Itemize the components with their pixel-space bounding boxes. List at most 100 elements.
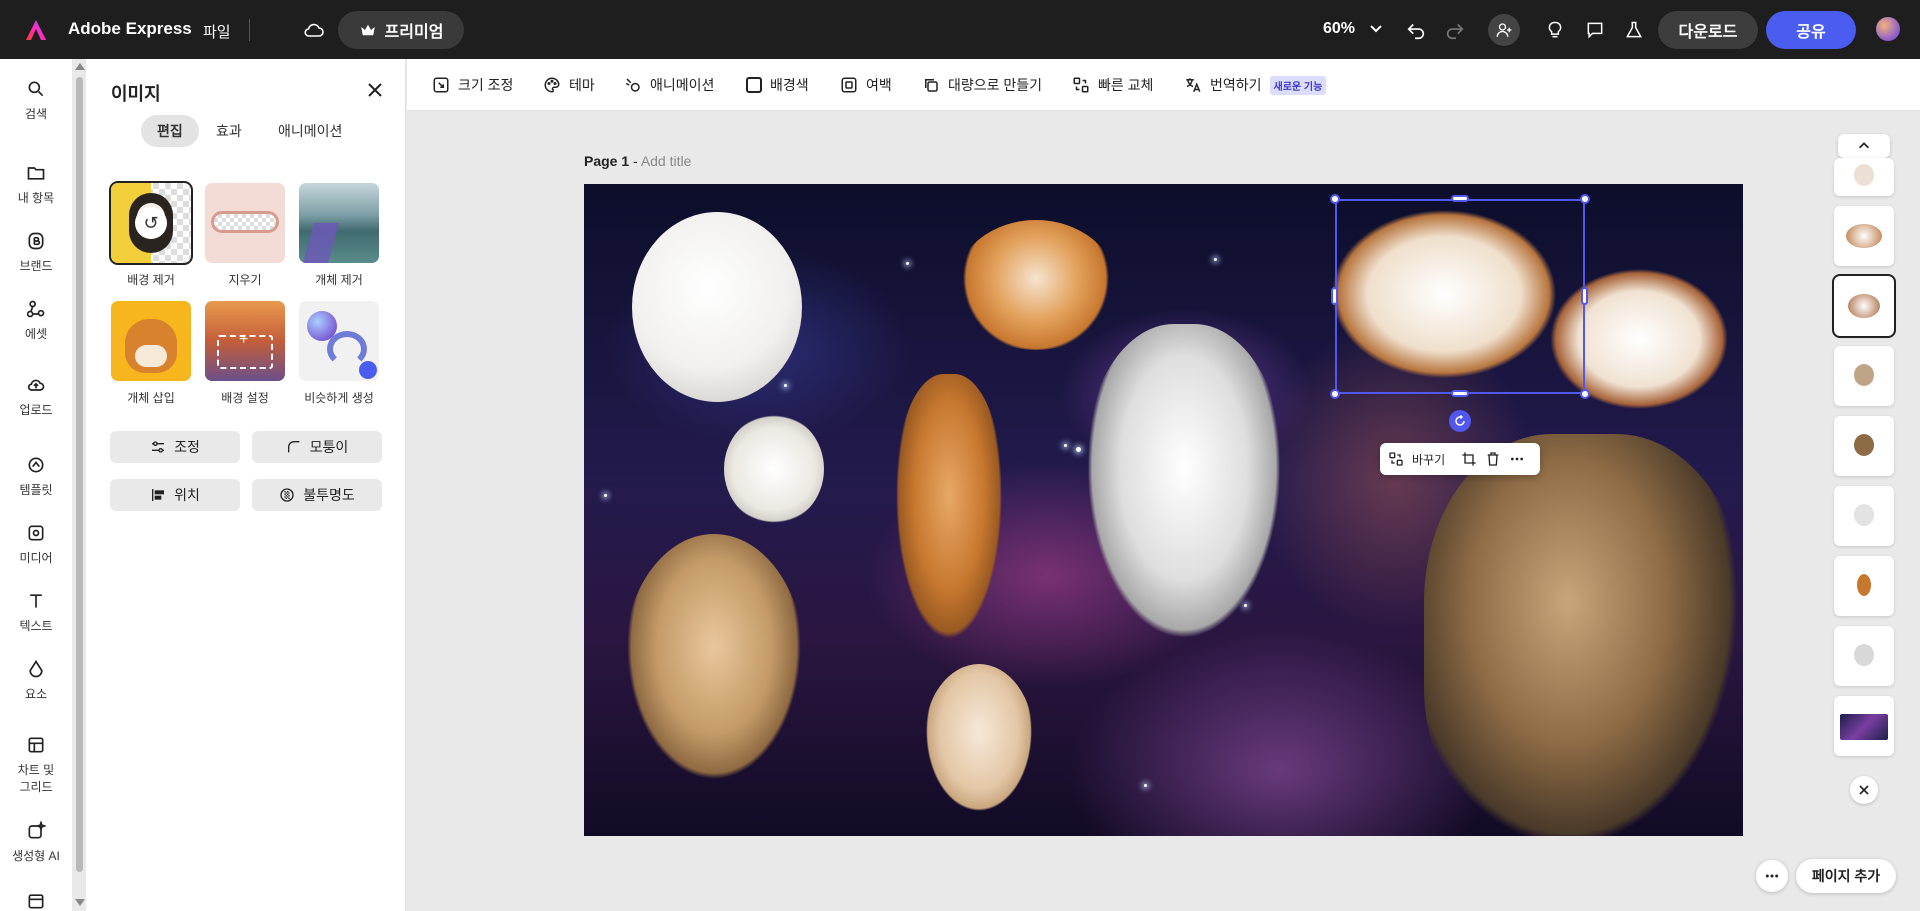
scrollbar-thumb[interactable] bbox=[76, 77, 83, 872]
adjust-button[interactable]: 조정 bbox=[110, 431, 240, 463]
rail-item-templates[interactable]: 템플릿 bbox=[0, 455, 72, 498]
download-button[interactable]: 다운로드 bbox=[1658, 11, 1758, 49]
resize-handle[interactable] bbox=[1580, 389, 1590, 399]
trash-icon[interactable] bbox=[1485, 451, 1501, 467]
selection-box[interactable] bbox=[1335, 199, 1585, 394]
add-title[interactable]: Add title bbox=[641, 153, 692, 169]
padding-button[interactable]: 여백 bbox=[840, 74, 892, 96]
redo-icon[interactable] bbox=[1442, 17, 1468, 43]
tool-remove-object[interactable]: 개체 제거 bbox=[298, 183, 380, 288]
tool-generate-similar[interactable]: 비슷하게 생성 bbox=[298, 301, 380, 406]
rail-label: 검색 bbox=[24, 107, 48, 121]
close-icon[interactable] bbox=[1850, 776, 1878, 804]
folder-icon bbox=[27, 167, 45, 180]
opacity-icon bbox=[280, 488, 294, 502]
rail-item-charts[interactable]: 차트 및 그리드 bbox=[0, 735, 72, 795]
orange-tabby-cat-image[interactable] bbox=[894, 374, 1004, 644]
theme-button[interactable]: 테마 bbox=[543, 74, 595, 96]
palette-icon bbox=[544, 77, 560, 93]
page-thumbnail[interactable] bbox=[1832, 274, 1896, 338]
close-icon[interactable] bbox=[366, 81, 384, 99]
page-thumbnail[interactable] bbox=[1834, 696, 1894, 756]
tool-erase[interactable]: 지우기 bbox=[204, 183, 286, 288]
avatar[interactable] bbox=[1876, 17, 1900, 41]
scroll-up-icon[interactable] bbox=[75, 63, 85, 70]
rail-item-assets[interactable]: 에셋 bbox=[0, 299, 72, 342]
chevron-down-icon[interactable] bbox=[1368, 20, 1384, 36]
add-page-button[interactable]: 페이지 추가 bbox=[1796, 859, 1896, 893]
star bbox=[1076, 447, 1081, 452]
undo-icon[interactable] bbox=[1403, 17, 1429, 43]
flask-icon[interactable] bbox=[1621, 17, 1647, 43]
resize-handle[interactable] bbox=[1580, 194, 1590, 204]
scroll-down-icon[interactable] bbox=[75, 899, 85, 906]
tabby-cat-image[interactable] bbox=[1424, 434, 1743, 836]
rail-item-brand[interactable]: 브랜드 bbox=[0, 231, 72, 274]
adobe-express-logo[interactable] bbox=[24, 18, 48, 42]
replace-button[interactable]: 바꾸기 bbox=[1412, 451, 1445, 468]
app-name[interactable]: Adobe Express bbox=[68, 19, 192, 39]
crop-icon[interactable] bbox=[1461, 451, 1477, 467]
lightbulb-icon[interactable] bbox=[1542, 17, 1568, 43]
rail-item-text[interactable]: 텍스트 bbox=[0, 591, 72, 634]
opacity-button[interactable]: 불투명도 bbox=[252, 479, 382, 511]
resize-handle[interactable] bbox=[1330, 389, 1340, 399]
resize-handle[interactable] bbox=[1330, 194, 1340, 204]
white-pomeranian-image[interactable] bbox=[632, 212, 802, 402]
zoom-level[interactable]: 60% bbox=[1323, 20, 1355, 38]
rail-item-generative-ai[interactable]: 생성형 AI bbox=[0, 821, 72, 864]
more-options-button[interactable] bbox=[1756, 860, 1788, 892]
rail-item-more[interactable] bbox=[0, 891, 72, 911]
page-label[interactable]: Page 1 - Add title bbox=[584, 153, 691, 169]
rail-scrollbar[interactable] bbox=[75, 59, 85, 911]
tab-effects[interactable]: 효과 bbox=[200, 115, 258, 147]
premium-label: 프리미엄 bbox=[384, 24, 444, 41]
page-thumbnail[interactable] bbox=[1834, 416, 1894, 476]
translate-button[interactable]: 번역하기 새로운 기능 bbox=[1184, 74, 1327, 96]
tab-animation[interactable]: 애니메이션 bbox=[262, 115, 358, 147]
resize-handle[interactable] bbox=[1451, 195, 1469, 202]
resize-handle[interactable] bbox=[1581, 287, 1588, 305]
tool-insert-object[interactable]: 개체 삽입 bbox=[110, 301, 192, 406]
ragdoll-cat-image[interactable] bbox=[1084, 324, 1284, 644]
corner-button[interactable]: 모퉁이 bbox=[252, 431, 382, 463]
rail-item-media[interactable]: 미디어 bbox=[0, 523, 72, 566]
comment-icon[interactable] bbox=[1582, 17, 1608, 43]
hamster-image[interactable] bbox=[956, 220, 1116, 350]
page-thumbnail[interactable] bbox=[1834, 486, 1894, 546]
cloud-icon[interactable] bbox=[302, 18, 326, 42]
tool-remove-background[interactable]: ↺ 배경 제거 bbox=[109, 181, 193, 288]
rail-label: 업로드 bbox=[19, 403, 53, 417]
page-thumbnail[interactable] bbox=[1834, 626, 1894, 686]
scottish-fold-kitten-image[interactable] bbox=[624, 534, 804, 784]
page-thumbnail[interactable] bbox=[1834, 206, 1894, 266]
rotate-icon[interactable] bbox=[1449, 410, 1471, 432]
page-thumbnail[interactable] bbox=[1834, 158, 1894, 196]
background-color-button[interactable]: 배경색 bbox=[746, 74, 809, 96]
resize-handle[interactable] bbox=[1451, 390, 1469, 397]
small-hamster-image[interactable] bbox=[924, 664, 1034, 814]
resize-button[interactable]: 크기 조정 bbox=[432, 74, 513, 96]
page-thumbnail[interactable] bbox=[1834, 556, 1894, 616]
share-button[interactable]: 공유 bbox=[1766, 11, 1856, 49]
animation-button[interactable]: 애니메이션 bbox=[624, 74, 714, 96]
white-hamster-image[interactable] bbox=[724, 414, 824, 524]
rail-item-elements[interactable]: 요소 bbox=[0, 659, 72, 702]
quick-replace-button[interactable]: 빠른 교체 bbox=[1072, 74, 1153, 96]
more-icon[interactable] bbox=[1509, 451, 1525, 467]
premium-button[interactable]: 프리미엄 bbox=[338, 11, 464, 49]
tab-edit[interactable]: 편집 bbox=[141, 115, 199, 147]
bulk-create-button[interactable]: 대량으로 만들기 bbox=[922, 74, 1042, 96]
invite-icon[interactable] bbox=[1488, 14, 1520, 46]
pages-scroll-up-button[interactable] bbox=[1838, 134, 1890, 158]
replace-icon[interactable] bbox=[1388, 451, 1404, 467]
position-button[interactable]: 위치 bbox=[110, 479, 240, 511]
file-menu[interactable]: 파일 bbox=[203, 21, 231, 42]
rail-item-search[interactable]: 검색 bbox=[0, 79, 72, 122]
rail-item-my-items[interactable]: 내 항목 bbox=[0, 163, 72, 206]
tool-set-background[interactable]: + 배경 설정 bbox=[204, 301, 286, 406]
page-thumbnail[interactable] bbox=[1834, 346, 1894, 406]
rail-label: 에셋 bbox=[24, 327, 48, 341]
resize-handle[interactable] bbox=[1331, 287, 1338, 305]
rail-item-upload[interactable]: 업로드 bbox=[0, 375, 72, 418]
